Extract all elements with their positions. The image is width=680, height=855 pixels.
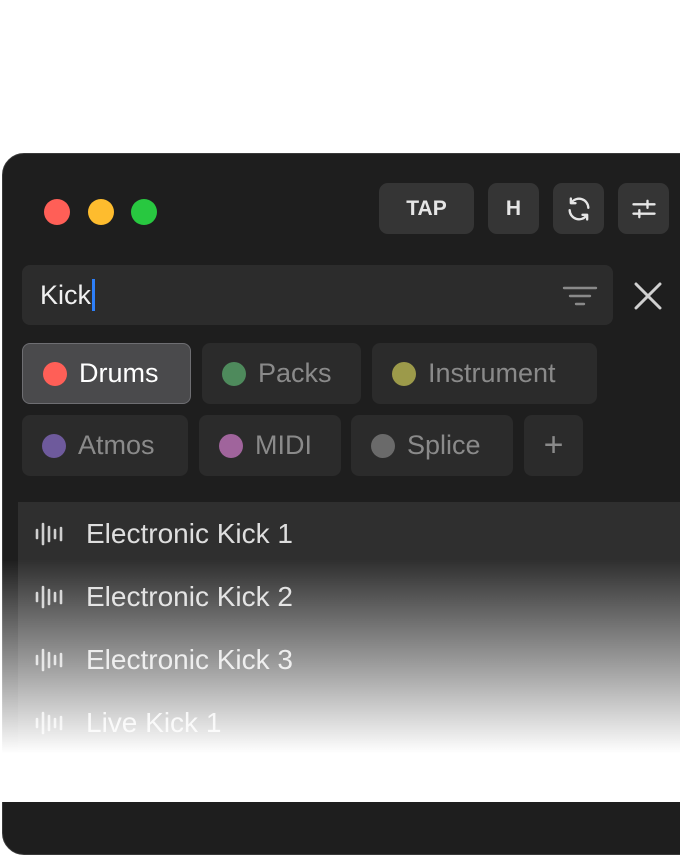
tap-button[interactable]: TAP (379, 183, 474, 234)
result-label: Live Kick 1 (86, 706, 222, 738)
list-item[interactable]: Electronic Kick 1 (18, 502, 680, 565)
tag-label: Atmos (78, 430, 155, 460)
search-input[interactable]: Kick (40, 265, 96, 325)
search-value: Kick (40, 280, 92, 310)
add-tag-button[interactable]: + (524, 415, 583, 476)
list-item[interactable]: Electronic Kick 3 (18, 628, 680, 691)
tag-color-dot (42, 433, 66, 458)
list-item[interactable]: Electronic Kick 2 (18, 565, 680, 628)
tag-label: Splice (407, 430, 481, 460)
clear-search-icon[interactable] (632, 280, 664, 312)
waveform-icon (35, 648, 63, 671)
refresh-button[interactable] (553, 183, 604, 234)
tag-label: MIDI (255, 430, 312, 460)
list-item[interactable]: Live Kick 1 (18, 691, 680, 754)
tag-color-dot (222, 361, 246, 386)
result-label: Electronic Kick 3 (86, 643, 293, 675)
tag-color-dot (392, 361, 416, 386)
tag-instrument[interactable]: Instrument (372, 343, 597, 404)
result-label: Electronic Kick 2 (86, 580, 293, 612)
waveform-icon (35, 522, 63, 545)
close-window-button[interactable] (44, 199, 70, 225)
settings-button[interactable] (618, 183, 669, 234)
minimize-window-button[interactable] (88, 199, 114, 225)
text-cursor (92, 279, 96, 311)
result-label: Electronic Kick 1 (86, 517, 293, 549)
waveform-icon (35, 585, 63, 608)
tag-packs[interactable]: Packs (202, 343, 361, 404)
tag-color-dot (371, 433, 395, 458)
search-field[interactable]: Kick (22, 265, 613, 325)
tag-color-dot (219, 433, 243, 458)
filter-icon[interactable] (562, 285, 598, 307)
h-button[interactable]: H (488, 183, 539, 234)
zoom-window-button[interactable] (131, 199, 157, 225)
sliders-icon (631, 199, 656, 218)
tag-label: Packs (258, 358, 332, 388)
tag-label: Drums (79, 358, 159, 388)
refresh-icon (568, 196, 589, 221)
tag-label: Instrument (428, 358, 556, 388)
tag-midi[interactable]: MIDI (199, 415, 341, 476)
tag-splice[interactable]: Splice (351, 415, 513, 476)
tag-drums[interactable]: Drums (22, 343, 191, 404)
tag-color-dot (43, 361, 67, 386)
waveform-icon (35, 711, 63, 734)
tag-atmos[interactable]: Atmos (22, 415, 188, 476)
